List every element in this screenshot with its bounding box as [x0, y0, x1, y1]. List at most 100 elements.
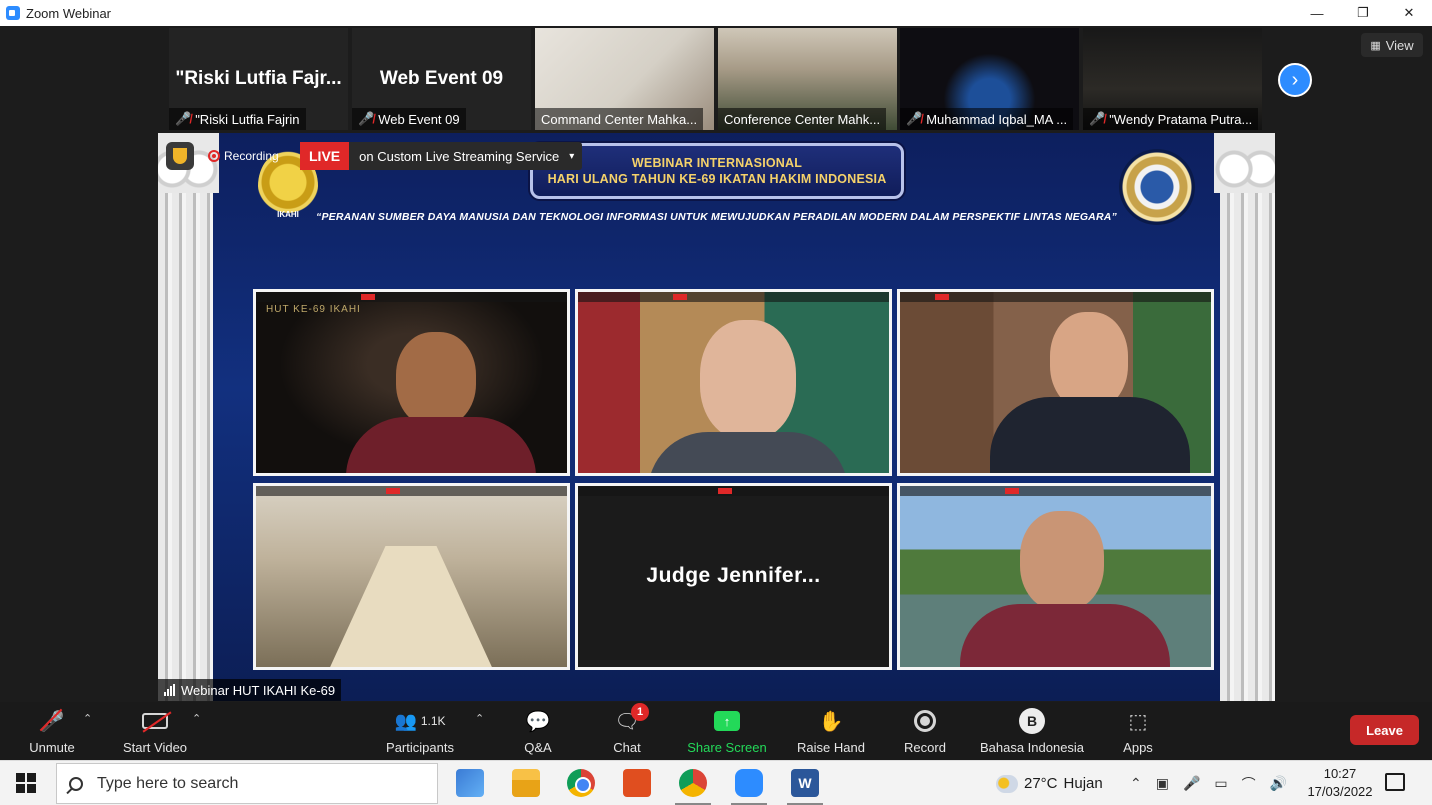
participants-options-caret-icon[interactable]: ⌃ — [475, 712, 484, 725]
mic-muted-icon: 🎤 — [39, 708, 64, 734]
apps-button[interactable]: ⬚ Apps — [1122, 708, 1154, 756]
participant-caption: 🎤̸ Web Event 09 — [352, 108, 466, 130]
office-app-icon[interactable] — [623, 769, 651, 797]
chrome-app-icon[interactable] — [567, 769, 595, 797]
apps-label: Apps — [1123, 740, 1153, 755]
participant-face — [396, 332, 476, 427]
leave-button[interactable]: Leave — [1350, 715, 1419, 745]
minimize-button[interactable]: — — [1294, 0, 1340, 26]
recording-icon — [208, 150, 220, 162]
participant-caption: Command Center Mahka... — [535, 108, 704, 130]
chat-label: Chat — [613, 740, 641, 755]
participant-name-large: "Riski Lutfia Fajr... — [175, 68, 342, 89]
unmute-button[interactable]: 🎤 Unmute — [26, 708, 78, 755]
participant-caption: 🎤̸ Muhammad Iqbal_MA ... — [900, 108, 1074, 130]
caret-down-icon: ▾ — [569, 150, 575, 162]
participant-video-thumbnail[interactable]: Conference Center Mahk... — [718, 28, 897, 130]
apps-icon: ⬚ — [1128, 710, 1148, 733]
live-stream-indicator[interactable]: LIVE on Custom Live Streaming Service ▾ — [300, 142, 583, 170]
participant-caption-text: "Riski Lutfia Fajrin — [195, 111, 300, 127]
wifi-icon[interactable]: ⌒ — [1242, 774, 1256, 794]
webinar-subtitle: “PERANAN SUMBER DAYA MANUSIA DAN TEKNOLO… — [316, 211, 1117, 223]
windows-taskbar: W 27°C Hujan ⌃ ▣ 🎤 ▭ ⌒ 🔊 10:27 17/03/202… — [0, 760, 1432, 805]
zoom-app-icon — [6, 6, 20, 20]
meet-now-icon[interactable]: ▣ — [1156, 775, 1169, 792]
notification-center-icon[interactable] — [1385, 773, 1405, 791]
qa-label: Q&A — [524, 740, 552, 755]
chat-unread-badge: 1 — [631, 703, 649, 721]
raise-hand-icon: ✋ — [818, 710, 844, 733]
maximize-button[interactable]: ❐ — [1340, 0, 1386, 26]
weather-temperature: 27°C — [1024, 775, 1058, 792]
shared-screen: IKAHI WEBINAR INTERNASIONAL HARI ULANG T… — [158, 133, 1275, 701]
raise-hand-label: Raise Hand — [797, 740, 865, 755]
mic-muted-icon: 🎤̸ — [1089, 111, 1106, 126]
video-off-icon — [142, 708, 172, 734]
participant-video-thumbnail[interactable]: 🎤̸ Muhammad Iqbal_MA ... — [900, 28, 1079, 130]
shared-screen-label: Webinar HUT IKAHI Ke-69 — [158, 679, 342, 701]
decorative-pillar-left — [158, 133, 219, 701]
participant-caption: Conference Center Mahk... — [718, 108, 887, 130]
share-screen-button[interactable]: ↑ Share Screen — [687, 708, 767, 755]
shared-screen-label-text: Webinar HUT IKAHI Ke-69 — [181, 682, 336, 698]
calculator-app-icon[interactable] — [456, 769, 484, 797]
participant-caption: 🎤̸ "Riski Lutfia Fajrin — [169, 108, 306, 130]
view-button-label: View — [1385, 37, 1414, 53]
participant-caption: 🎤̸ "Wendy Pratama Putra... — [1083, 108, 1259, 130]
participant-thumbnail[interactable]: "Riski Lutfia Fajr... 🎤̸ "Riski Lutfia Fa… — [169, 28, 348, 130]
raise-hand-button[interactable]: ✋ Raise Hand — [796, 708, 866, 756]
show-hidden-icons-chevron-icon[interactable]: ⌃ — [1130, 775, 1142, 792]
windows-start-icon[interactable] — [16, 773, 36, 793]
unmute-label: Unmute — [29, 740, 75, 755]
participant-face — [1020, 511, 1104, 611]
battery-icon[interactable]: ▭ — [1214, 775, 1227, 792]
speaker-icon[interactable]: 🔊 — [1270, 775, 1287, 792]
window-controls: — ❐ ✕ — [1294, 0, 1432, 26]
participant-caption-text: Conference Center Mahk... — [724, 111, 881, 127]
tile-top-bar — [256, 292, 567, 302]
start-video-button[interactable]: Start Video — [120, 708, 190, 755]
clock-date: 17/03/2022 — [1307, 784, 1373, 799]
recording-label: Recording — [224, 149, 279, 163]
shared-gallery-tile: HUT KE-69 IKAHI — [253, 289, 570, 476]
search-icon — [69, 776, 83, 791]
file-explorer-app-icon[interactable] — [512, 769, 540, 797]
shared-gallery-tile — [897, 289, 1214, 476]
participant-video-thumbnail[interactable]: 🎤̸ "Wendy Pratama Putra... — [1083, 28, 1262, 130]
language-icon: B — [1019, 708, 1045, 734]
taskbar-clock[interactable]: 10:27 17/03/2022 — [1300, 765, 1380, 801]
taskbar-search-input[interactable] — [97, 774, 427, 793]
microphone-icon[interactable]: 🎤 — [1183, 775, 1200, 792]
language-interpretation-button[interactable]: B Bahasa Indonesia — [978, 708, 1086, 755]
start-video-label: Start Video — [122, 740, 188, 755]
weather-widget[interactable]: 27°C Hujan — [996, 761, 1103, 805]
word-app-icon[interactable]: W — [791, 769, 819, 797]
zoom-app-taskbar-icon[interactable] — [735, 769, 763, 797]
participant-body — [960, 604, 1170, 667]
audio-options-caret-icon[interactable]: ⌃ — [83, 712, 92, 725]
live-stream-text: on Custom Live Streaming Service — [359, 148, 560, 164]
taskbar-search-box[interactable] — [56, 763, 438, 804]
record-button[interactable]: Record — [903, 708, 947, 755]
chevron-right-icon: › — [1291, 68, 1299, 91]
close-button[interactable]: ✕ — [1386, 0, 1432, 26]
participant-video-thumbnail[interactable]: Command Center Mahka... — [535, 28, 714, 130]
chrome-profile-app-icon[interactable] — [679, 769, 707, 797]
qa-button[interactable]: 💬 Q&A — [522, 708, 554, 756]
view-button[interactable]: ▦ View — [1361, 33, 1423, 57]
recording-bar: Recording — [166, 141, 279, 171]
record-label: Record — [904, 740, 946, 755]
tile-top-bar — [578, 486, 889, 496]
webinar-banner: WEBINAR INTERNASIONAL HARI ULANG TAHUN K… — [530, 143, 904, 199]
security-shield-icon[interactable] — [166, 142, 194, 170]
live-badge: LIVE — [300, 142, 350, 170]
next-page-button[interactable]: › — [1278, 63, 1312, 97]
weather-condition: Hujan — [1063, 775, 1103, 792]
video-options-caret-icon[interactable]: ⌃ — [192, 712, 201, 725]
participants-label: Participants — [386, 740, 454, 755]
participant-caption-text: Web Event 09 — [378, 111, 460, 127]
record-icon — [914, 708, 936, 734]
share-screen-label: Share Screen — [687, 740, 767, 755]
participants-button[interactable]: 👥 1.1K Participants — [383, 708, 457, 756]
participant-thumbnail[interactable]: Web Event 09 🎤̸ Web Event 09 — [352, 28, 531, 130]
